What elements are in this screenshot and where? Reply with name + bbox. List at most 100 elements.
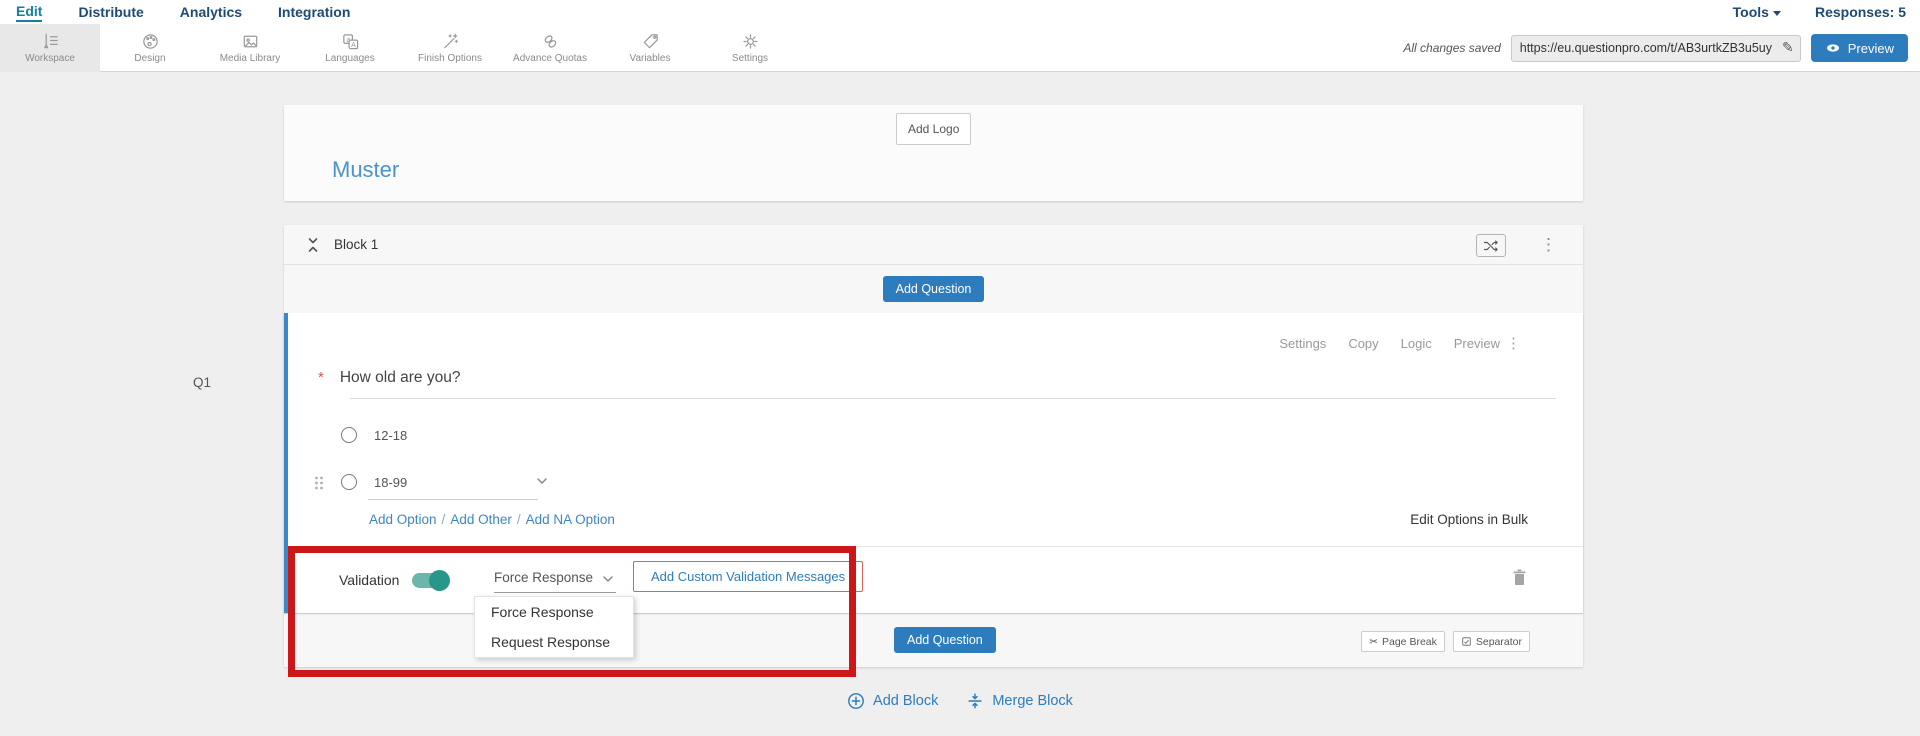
select-caret-down-icon — [600, 571, 616, 592]
top-nav: Edit Distribute Analytics Integration To… — [0, 0, 1920, 24]
scissors-icon: ✂ — [1369, 636, 1378, 648]
edit-url-pencil-icon[interactable]: ✎ — [1782, 39, 1794, 56]
toolbar-item-label: Design — [134, 53, 165, 64]
question-text-line: * How old are you? — [318, 369, 460, 387]
drag-handle-icon[interactable] — [313, 475, 325, 496]
radio-option-1[interactable] — [341, 427, 357, 443]
editor-toolbar: Workspace Design Media Library aA Langua… — [0, 24, 1920, 72]
toggle-knob — [429, 570, 450, 591]
question-settings-link[interactable]: Settings — [1279, 336, 1326, 351]
chain-link-icon — [541, 32, 560, 51]
question-actions: Settings Copy Logic Preview — [1279, 336, 1500, 351]
validation-label: Validation — [339, 572, 399, 588]
toolbar-item-design[interactable]: Design — [100, 24, 200, 72]
shuffle-icon — [1483, 239, 1499, 253]
delete-question-trash-icon[interactable] — [1511, 568, 1528, 592]
add-question-row-top: Add Question — [284, 265, 1583, 312]
tag-icon — [641, 32, 660, 51]
responses-count[interactable]: Responses: 5 — [1815, 4, 1906, 20]
question-card[interactable]: Settings Copy Logic Preview ⋮ * How old … — [284, 313, 1583, 613]
preview-button[interactable]: Preview — [1811, 34, 1908, 62]
survey-header-card: Add Logo Muster — [284, 105, 1583, 201]
add-question-button-top[interactable]: Add Question — [883, 276, 985, 302]
question-text[interactable]: How old are you? — [340, 369, 461, 387]
svg-text:A: A — [351, 41, 356, 49]
nav-tab-integration[interactable]: Integration — [278, 4, 350, 21]
plus-circle-icon — [847, 692, 865, 710]
block-footer-right: ✂ Page Break Separator — [1361, 631, 1530, 652]
toolbar-item-label: Workspace — [25, 53, 75, 64]
toolbar-item-label: Variables — [630, 53, 671, 64]
add-block-button[interactable]: Add Block — [847, 692, 938, 710]
option-links-row: Add Option / Add Other / Add NA Option — [369, 512, 615, 527]
palette-icon — [141, 32, 160, 51]
save-status: All changes saved — [1403, 41, 1500, 55]
toolbar-item-advance-quotas[interactable]: Advance Quotas — [500, 24, 600, 72]
merge-block-button[interactable]: Merge Block — [966, 692, 1073, 710]
dropdown-item-force-response[interactable]: Force Response — [475, 597, 633, 627]
add-custom-validation-messages-button[interactable]: Add Custom Validation Messages — [633, 561, 863, 592]
question-menu-kebab-icon[interactable]: ⋮ — [1506, 334, 1521, 352]
separator-button[interactable]: Separator — [1453, 631, 1530, 652]
option-row-2: 18-99 — [341, 474, 407, 490]
toolbar-item-settings[interactable]: Settings — [700, 24, 800, 72]
toolbar-item-finish-options[interactable]: Finish Options — [400, 24, 500, 72]
add-logo-button[interactable]: Add Logo — [896, 113, 971, 145]
image-icon — [241, 32, 260, 51]
validation-type-select[interactable]: Force Response — [494, 565, 616, 593]
radio-option-2[interactable] — [341, 474, 357, 490]
add-other-link[interactable]: Add Other — [450, 512, 512, 527]
eye-icon — [1825, 40, 1841, 56]
nav-tab-analytics[interactable]: Analytics — [180, 4, 242, 21]
add-question-button-bottom[interactable]: Add Question — [894, 627, 996, 653]
nav-tab-edit[interactable]: Edit — [16, 3, 42, 22]
validation-dropdown-menu: Force Response Request Response — [474, 596, 634, 658]
required-asterisk: * — [318, 369, 324, 386]
question-text-underline — [350, 398, 1556, 399]
option-row-1: 12-18 — [341, 427, 407, 443]
survey-url-box: ✎ — [1511, 35, 1801, 62]
block-title[interactable]: Block 1 — [334, 237, 378, 252]
toolbar-item-label: Media Library — [220, 53, 281, 64]
bottom-actions-row: Add Block Merge Block — [0, 692, 1920, 710]
option-1-label[interactable]: 12-18 — [374, 428, 407, 443]
option-2-chevron-down-icon[interactable] — [534, 473, 550, 494]
toolbar-item-label: Settings — [732, 53, 768, 64]
survey-url-input[interactable] — [1511, 35, 1801, 62]
collapse-block-icon[interactable] — [306, 236, 320, 254]
merge-icon — [966, 692, 984, 710]
magic-wand-icon — [441, 32, 460, 51]
survey-title[interactable]: Muster — [332, 157, 399, 183]
gear-icon — [741, 32, 760, 51]
toolbar-item-label: Advance Quotas — [513, 53, 587, 64]
toolbar-item-workspace[interactable]: Workspace — [0, 24, 100, 72]
languages-icon: aA — [341, 32, 360, 51]
add-option-link[interactable]: Add Option — [369, 512, 437, 527]
link-separator: / — [517, 512, 521, 527]
link-separator: / — [442, 512, 446, 527]
top-nav-right: Tools Responses: 5 — [1733, 0, 1906, 24]
toolbar-item-variables[interactable]: Variables — [600, 24, 700, 72]
page-break-button[interactable]: ✂ Page Break — [1361, 631, 1445, 652]
question-preview-link[interactable]: Preview — [1454, 336, 1500, 351]
validation-toggle[interactable] — [412, 573, 448, 588]
dropdown-item-request-response[interactable]: Request Response — [475, 627, 633, 657]
separator-icon — [1461, 636, 1472, 647]
toolbar-item-label: Languages — [325, 53, 375, 64]
block-header: Block 1 ⋮ — [284, 225, 1583, 265]
block-menu-kebab-icon[interactable]: ⋮ — [1540, 234, 1557, 256]
workspace-icon — [41, 32, 60, 51]
nav-tab-distribute[interactable]: Distribute — [78, 4, 143, 21]
toolbar-right: All changes saved ✎ Preview — [1403, 24, 1908, 72]
toolbar-item-media-library[interactable]: Media Library — [200, 24, 300, 72]
shuffle-questions-button[interactable] — [1476, 234, 1506, 257]
question-copy-link[interactable]: Copy — [1348, 336, 1378, 351]
toolbar-item-label: Finish Options — [418, 53, 482, 64]
tools-menu[interactable]: Tools — [1733, 4, 1781, 20]
question-logic-link[interactable]: Logic — [1401, 336, 1432, 351]
questionpro-survey-editor: Edit Distribute Analytics Integration To… — [0, 0, 1920, 736]
option-2-label[interactable]: 18-99 — [374, 475, 407, 490]
edit-options-in-bulk-link[interactable]: Edit Options in Bulk — [1410, 512, 1528, 527]
add-na-option-link[interactable]: Add NA Option — [526, 512, 615, 527]
toolbar-item-languages[interactable]: aA Languages — [300, 24, 400, 72]
